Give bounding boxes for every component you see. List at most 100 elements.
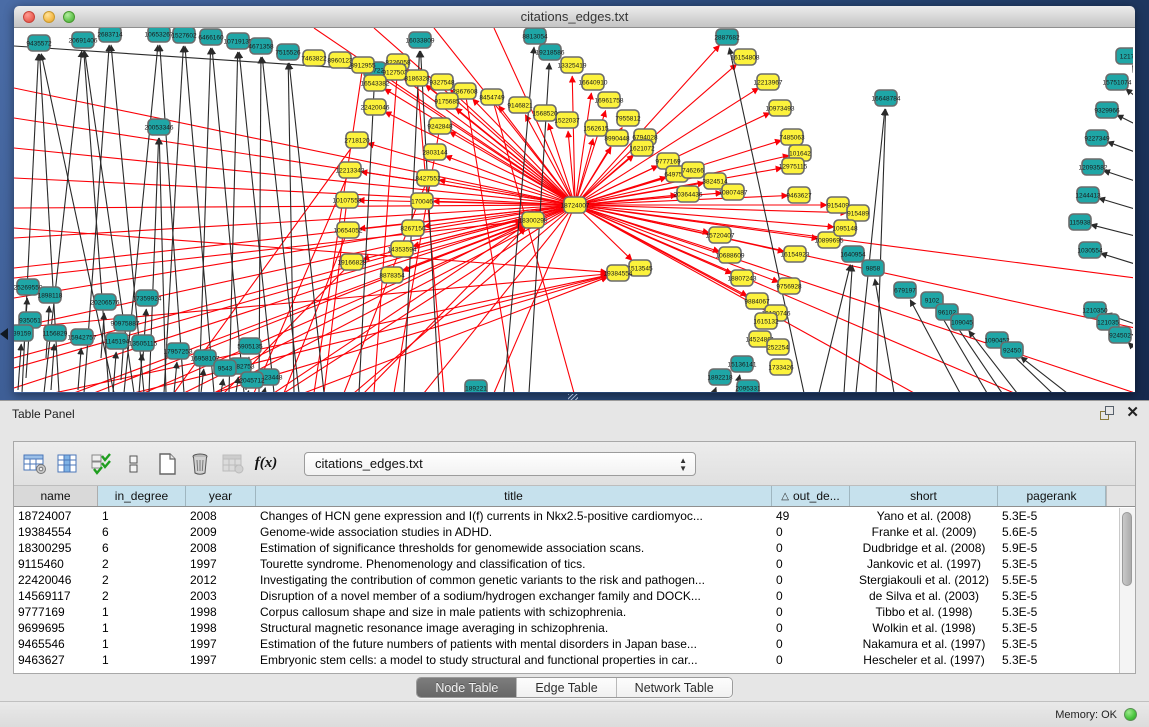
graph-node[interactable]: 915409 bbox=[827, 197, 849, 213]
graph-node[interactable]: 10807487 bbox=[719, 184, 748, 200]
graph-node[interactable]: 1615132 bbox=[753, 313, 779, 329]
column-header-title[interactable]: title bbox=[256, 486, 772, 506]
graph-node[interactable]: 1522037 bbox=[554, 112, 580, 128]
graph-node[interactable]: 1898118 bbox=[38, 287, 63, 303]
graph-node[interactable]: 9242848 bbox=[427, 118, 453, 134]
graph-node[interactable]: 189221 bbox=[465, 380, 487, 392]
table-row[interactable]: 1938455462009Genome-wide association stu… bbox=[14, 524, 1119, 540]
graph-node[interactable]: 14353594 bbox=[388, 241, 417, 257]
graph-node[interactable]: 12213967 bbox=[754, 74, 783, 90]
table-row[interactable]: 2242004622012Investigating the contribut… bbox=[14, 572, 1119, 588]
graph-node[interactable]: 6466160 bbox=[198, 29, 224, 45]
graph-node[interactable]: 20364436 bbox=[674, 186, 703, 202]
graph-node[interactable]: 20691406 bbox=[69, 32, 98, 48]
table-row[interactable]: 1456911722003Disruption of a novel membe… bbox=[14, 588, 1119, 604]
table-row[interactable]: 1872400712008Changes of HCN gene express… bbox=[14, 508, 1119, 524]
graph-node[interactable]: 1527602 bbox=[171, 28, 197, 43]
graph-node[interactable]: 924502 bbox=[1109, 327, 1131, 343]
column-header-pagerank[interactable]: pagerank bbox=[998, 486, 1106, 506]
graph-node[interactable]: 16640910 bbox=[579, 74, 608, 90]
graph-node[interactable]: 9329966 bbox=[1094, 102, 1120, 118]
table-select[interactable]: citations_edges.txt ▲▼ bbox=[304, 452, 696, 476]
graph-node[interactable]: 12975115 bbox=[779, 158, 808, 174]
table-settings-button[interactable] bbox=[22, 451, 48, 477]
graph-node[interactable]: 18724007 bbox=[561, 197, 590, 213]
select-columns-button[interactable] bbox=[88, 451, 114, 477]
graph-node[interactable]: 16154808 bbox=[731, 49, 760, 65]
graph-node[interactable]: 19218586 bbox=[536, 44, 565, 60]
graph-node[interactable]: 2045712 bbox=[239, 372, 265, 388]
graph-node[interactable]: 1030554 bbox=[1077, 242, 1103, 258]
graph-node[interactable]: 8878354 bbox=[379, 267, 405, 283]
graph-node[interactable]: 16154923 bbox=[781, 246, 810, 262]
graph-node[interactable]: 10653267 bbox=[145, 28, 174, 42]
graph-node[interactable]: 16033809 bbox=[406, 32, 435, 48]
column-header-out_de[interactable]: △out_de... bbox=[772, 486, 850, 506]
graph-node[interactable]: 9543 bbox=[214, 360, 236, 376]
graph-node[interactable]: 16961758 bbox=[595, 92, 624, 108]
function-builder-button[interactable]: f(x) bbox=[253, 451, 279, 477]
graph-node[interactable]: 92450 bbox=[1001, 342, 1023, 358]
graph-node[interactable]: 7485063 bbox=[779, 129, 805, 145]
graph-node[interactable]: 2718120 bbox=[344, 132, 370, 148]
graph-node[interactable]: 1640954 bbox=[840, 246, 866, 262]
close-panel-icon[interactable]: ✕ bbox=[1126, 406, 1139, 420]
graph-node[interactable]: 16543382 bbox=[361, 75, 390, 91]
graph-node[interactable]: 20053346 bbox=[145, 119, 174, 135]
graph-node[interactable]: 9858 bbox=[862, 260, 884, 276]
table-row[interactable]: 977716911998Corpus callosum shape and si… bbox=[14, 604, 1119, 620]
graph-node[interactable]: 1568520 bbox=[532, 105, 558, 121]
graph-node[interactable]: 9327548 bbox=[429, 74, 455, 90]
graph-node[interactable]: 10654052 bbox=[334, 222, 363, 238]
tab-node-table[interactable]: Node Table bbox=[417, 678, 517, 697]
graph-node[interactable]: 4671358 bbox=[248, 38, 274, 54]
graph-node[interactable]: 22420046 bbox=[361, 99, 390, 115]
graph-node[interactable]: 1145194 bbox=[105, 333, 130, 349]
graph-node[interactable]: 8186328 bbox=[404, 70, 430, 86]
graph-node[interactable]: 1733426 bbox=[768, 359, 794, 375]
network-window-titlebar[interactable]: citations_edges.txt bbox=[14, 6, 1135, 28]
row-options-button[interactable] bbox=[121, 451, 147, 477]
graph-node[interactable]: 2887682 bbox=[714, 29, 740, 45]
table-scrollbar[interactable] bbox=[1119, 508, 1135, 673]
graph-node[interactable]: 19166825 bbox=[338, 254, 367, 270]
graph-node[interactable]: 17359924 bbox=[133, 290, 162, 306]
graph-node[interactable]: 15720407 bbox=[706, 227, 735, 243]
graph-node[interactable]: 9463627 bbox=[786, 187, 812, 203]
graph-node[interactable]: 7955812 bbox=[615, 110, 641, 126]
graph-node[interactable]: 8267150 bbox=[400, 220, 426, 236]
graph-node[interactable]: 7463822 bbox=[301, 50, 327, 66]
tab-edge-table[interactable]: Edge Table bbox=[517, 678, 616, 697]
graph-node[interactable]: 13505115 bbox=[129, 335, 158, 351]
float-panel-icon[interactable] bbox=[1100, 406, 1114, 420]
graph-node[interactable]: 8454749 bbox=[479, 89, 505, 105]
graph-node[interactable]: 8427552 bbox=[415, 170, 441, 186]
graph-node[interactable]: 1217 bbox=[1116, 48, 1133, 64]
table-row[interactable]: 946554611997Estimation of the future num… bbox=[14, 636, 1119, 652]
show-column-button[interactable] bbox=[55, 451, 81, 477]
graph-node[interactable]: 15942757 bbox=[68, 329, 97, 345]
graph-node[interactable]: 10107553 bbox=[333, 192, 362, 208]
graph-node[interactable]: 1562615 bbox=[583, 120, 609, 136]
graph-node[interactable]: 8813054 bbox=[522, 28, 548, 44]
table-row[interactable]: 1830029562008Estimation of significance … bbox=[14, 540, 1119, 556]
graph-node[interactable]: 109045 bbox=[951, 314, 973, 330]
graph-node[interactable]: 18807243 bbox=[728, 270, 757, 286]
graph-node[interactable]: 13325419 bbox=[558, 57, 587, 73]
graph-node[interactable]: 9435572 bbox=[26, 35, 52, 51]
graph-node[interactable]: 9146821 bbox=[507, 97, 533, 113]
graph-node[interactable]: 10688609 bbox=[716, 247, 745, 263]
graph-node[interactable]: 8912955 bbox=[350, 57, 376, 73]
graph-node[interactable]: 39159 bbox=[14, 325, 33, 341]
graph-node[interactable]: 90975887 bbox=[111, 315, 140, 331]
graph-node[interactable]: 2803144 bbox=[422, 144, 448, 160]
graph-node[interactable]: 1244413 bbox=[1075, 187, 1101, 203]
graph-node[interactable]: 746266 bbox=[682, 162, 704, 178]
graph-node[interactable]: 170046 bbox=[411, 193, 433, 209]
column-header-short[interactable]: short bbox=[850, 486, 998, 506]
graph-node[interactable]: 16648784 bbox=[872, 90, 901, 106]
graph-node[interactable]: 20206576 bbox=[91, 294, 120, 310]
graph-node[interactable]: 17957253 bbox=[164, 343, 193, 359]
graph-node[interactable]: 115938 bbox=[1069, 214, 1091, 230]
graph-node[interactable]: 1621072 bbox=[629, 140, 655, 156]
